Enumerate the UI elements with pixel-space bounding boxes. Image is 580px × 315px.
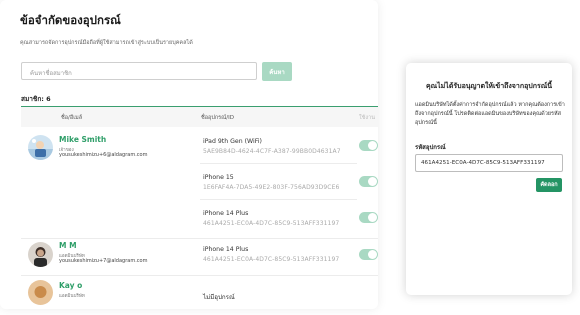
device-entry: iPhone 15 1E6FAF4A-7DA5-49E2-803F-756AD9… (203, 174, 378, 191)
device-id: 461A4251-EC0A-4D7C-85C9-513AFF331197 (203, 256, 340, 263)
user-email: yousukeshimizu+7@aldagram.com (59, 258, 148, 264)
divider (200, 199, 357, 200)
device-entry: iPhone 14 Plus 461A4251-EC0A-4D7C-85C9-5… (203, 210, 378, 227)
access-denied-dialog: คุณไม่ได้รับอนุญาตให้เข้าถึงจากอุปกรณ์นี… (406, 63, 572, 295)
user-role: แอดมินบริษัท (59, 294, 85, 299)
user-name: Kay o (59, 281, 83, 290)
device-id: 461A4251-EC0A-4D7C-85C9-513AFF331197 (203, 220, 340, 227)
device-id: 5AE9B84D-4624-4C7F-A387-99BB0D4631A7 (203, 148, 341, 155)
device-enable-toggle[interactable] (359, 140, 378, 151)
user-name: Mike Smith (59, 135, 107, 144)
device-entry: iPad 9th Gen (WiFi) 5AE9B84D-4624-4C7F-A… (203, 138, 378, 155)
device-enable-toggle[interactable] (359, 249, 378, 260)
device-name: iPad 9th Gen (WiFi) (203, 138, 262, 145)
column-header-name-email: ชื่อ/อีเมล์ (61, 115, 83, 121)
avatar (28, 280, 53, 305)
device-name: iPhone 15 (203, 174, 234, 181)
divider (200, 163, 357, 164)
dialog-message: แอดมินบริษัทได้ตั้งค่าการจำกัดอุปกรณ์แล้… (415, 102, 565, 126)
device-code-field[interactable]: 461A4251-EC0A-4D7C-85C9-513AFF331197 (415, 154, 563, 172)
avatar (28, 242, 53, 267)
dialog-title: คุณไม่ได้รับอนุญาตให้เข้าถึงจากอุปกรณ์นี… (425, 82, 552, 90)
device-enable-toggle[interactable] (359, 212, 378, 223)
page-title: ข้อจำกัดของอุปกรณ์ (20, 13, 121, 27)
device-id: 1E6FAF4A-7DA5-49E2-803F-756AD93D9CE6 (203, 184, 340, 191)
search-button[interactable]: ค้นหา (262, 62, 292, 81)
user-name: M M (59, 241, 77, 250)
table-row: Mike Smith เจ้าของ yousukeshimizu+6@alda… (21, 126, 378, 239)
avatar (28, 135, 53, 160)
column-header-enabled: ใช้งาน (359, 115, 375, 121)
member-count: สมาชิก: 6 (21, 95, 51, 103)
column-header-device: ชื่ออุปกรณ์/ID (201, 115, 234, 121)
device-name: iPhone 14 Plus (203, 210, 249, 217)
search-input[interactable]: ค้นหาชื่อสมาชิก (21, 62, 257, 80)
table-header: ชื่อ/อีเมล์ ชื่ออุปกรณ์/ID ใช้งาน (21, 106, 378, 127)
device-name: ไม่มีอุปกรณ์ (203, 294, 235, 301)
table-row: Kay o แอดมินบริษัท ไม่มีอุปกรณ์ (21, 275, 378, 315)
table-row: M M แอดมินบริษัท yousukeshimizu+7@aldagr… (21, 238, 378, 276)
device-name: iPhone 14 Plus (203, 246, 249, 253)
copy-button[interactable]: คัดลอก (536, 178, 562, 192)
device-entry: ไม่มีอุปกรณ์ (203, 292, 378, 302)
user-email: yousukeshimizu+6@aldagram.com (59, 152, 148, 158)
page-subtitle: คุณสามารถจัดการอุปกรณ์มือถือที่ผู้ใช้สาม… (20, 40, 193, 46)
device-enable-toggle[interactable] (359, 176, 378, 187)
device-entry: iPhone 14 Plus 461A4251-EC0A-4D7C-85C9-5… (203, 246, 378, 263)
device-code-label: รหัสอุปกรณ์ (415, 144, 446, 151)
